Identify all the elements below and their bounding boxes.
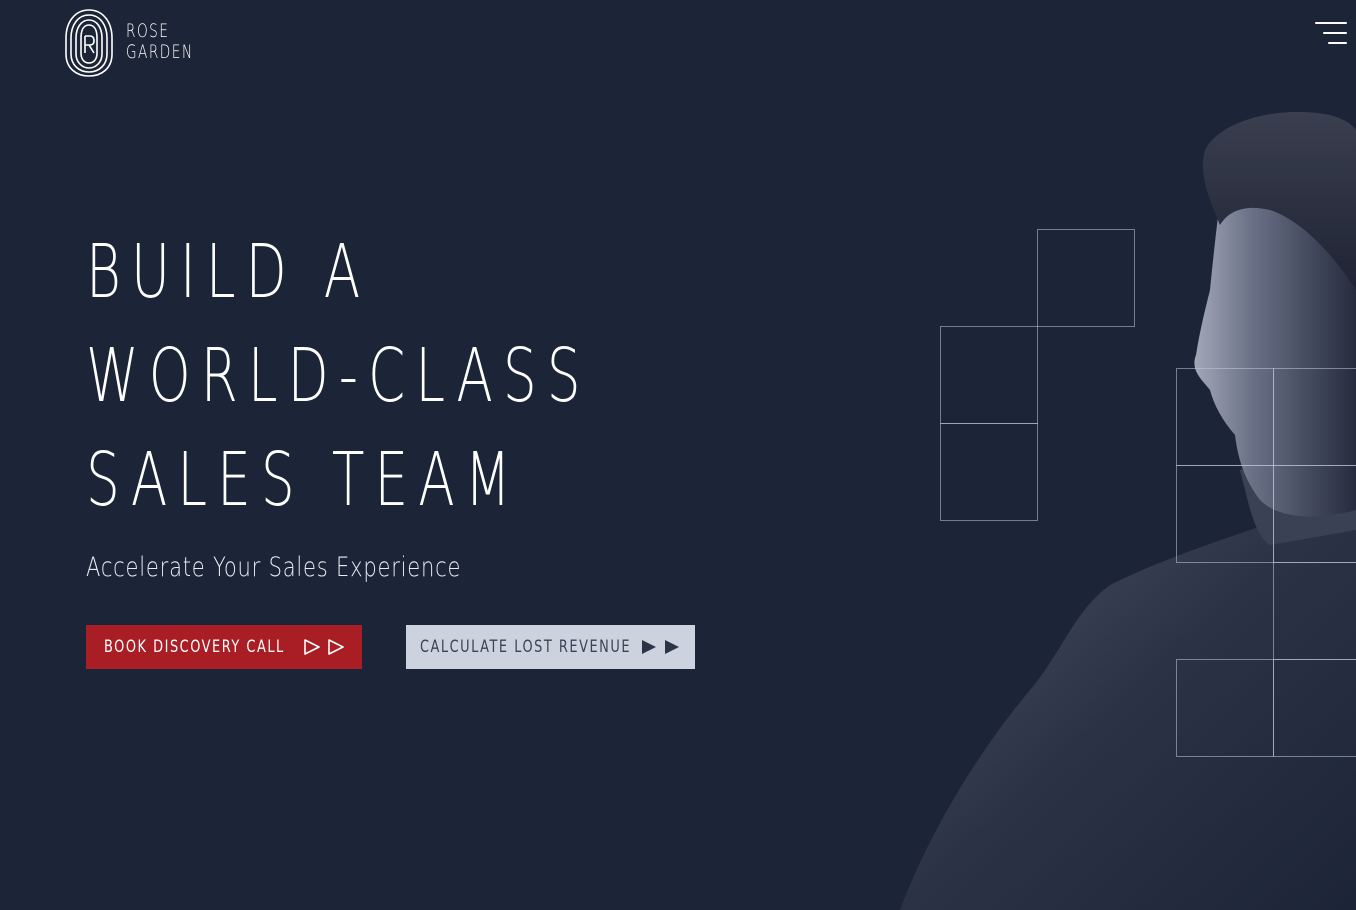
grid-square xyxy=(1176,659,1274,757)
grid-square xyxy=(1273,368,1356,466)
brand-name-line2: GARDEN xyxy=(126,41,194,63)
brand-logo-link[interactable]: ROSE GARDEN xyxy=(64,6,220,78)
book-discovery-call-button[interactable]: BOOK DISCOVERY CALL xyxy=(86,625,362,669)
hero-title-line: BUILD A xyxy=(86,229,371,315)
book-discovery-call-label: BOOK DISCOVERY CALL xyxy=(104,637,285,657)
brand-wordmark: ROSE GARDEN xyxy=(126,21,194,63)
hero-title-line: WORLD-CLASS xyxy=(86,333,591,419)
landing-page: ROSE GARDEN BUILD A WORLD-CLASS SALES TE… xyxy=(0,0,1356,910)
calculate-lost-revenue-label: CALCULATE LOST REVENUE xyxy=(420,637,632,657)
grid-square xyxy=(1273,465,1356,563)
hero-subtitle: Accelerate Your Sales Experience xyxy=(86,552,462,583)
grid-square xyxy=(1037,229,1135,327)
hero-title-line: SALES TEAM xyxy=(86,437,521,523)
hero-title: BUILD A WORLD-CLASS SALES TEAM xyxy=(86,220,591,532)
grid-square xyxy=(1176,465,1274,563)
double-solid-play-arrow-icon xyxy=(642,640,679,654)
grid-square xyxy=(940,326,1038,424)
grid-square xyxy=(1273,562,1356,660)
grid-square xyxy=(1273,659,1356,757)
grid-square xyxy=(1176,368,1274,466)
brand-name-line1: ROSE xyxy=(126,20,170,42)
grid-square xyxy=(940,423,1038,521)
hamburger-menu-icon[interactable] xyxy=(1313,20,1347,48)
calculate-lost-revenue-button[interactable]: CALCULATE LOST REVENUE xyxy=(406,625,695,669)
double-outline-play-arrow-icon xyxy=(304,639,344,655)
fingerprint-r-icon xyxy=(65,9,113,77)
